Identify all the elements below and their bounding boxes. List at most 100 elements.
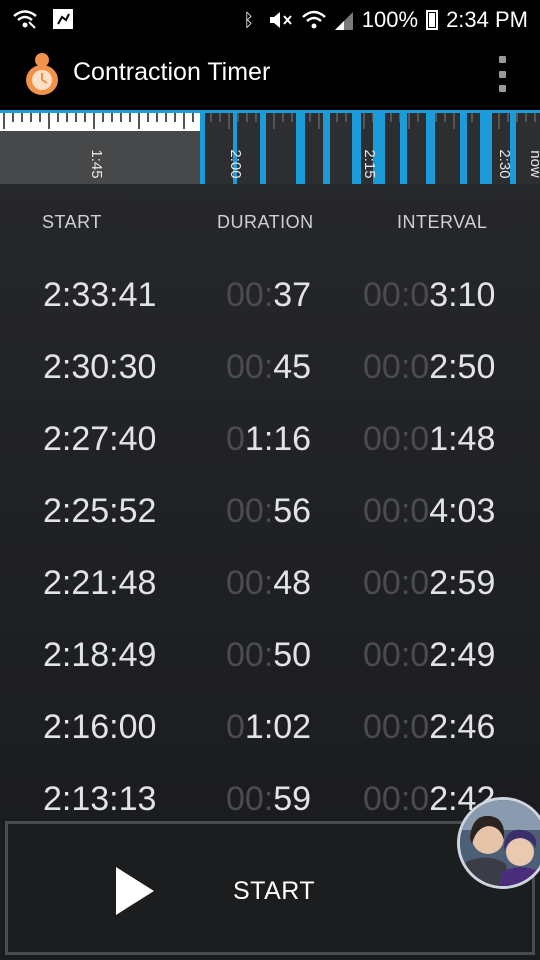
start-time: 2:13:13 xyxy=(43,780,157,818)
duration-value: 00:59 xyxy=(226,780,312,818)
timeline-tick xyxy=(129,113,131,122)
timeline-tick xyxy=(228,113,230,129)
table-row[interactable]: 2:27:40 01:16 00:01:48 xyxy=(0,420,540,492)
timeline-tick xyxy=(390,113,392,122)
start-button[interactable]: START xyxy=(5,821,535,955)
timeline-tick xyxy=(102,113,104,122)
table-row[interactable]: 2:16:00 01:02 00:02:46 xyxy=(0,708,540,780)
table-row[interactable]: 2:30:30 00:45 00:02:50 xyxy=(0,348,540,420)
timeline-tick xyxy=(273,113,275,129)
timeline-tick xyxy=(453,113,455,129)
timeline-tick xyxy=(192,113,194,122)
timeline-tick xyxy=(156,113,158,122)
duration-value: 00:50 xyxy=(226,636,312,674)
timeline-tick xyxy=(210,113,212,122)
interval-value: 00:03:10 xyxy=(363,276,496,314)
battery-percent: 100% xyxy=(361,7,419,32)
timeline-tick xyxy=(219,113,221,122)
timeline-tick xyxy=(435,113,437,122)
timeline-tick xyxy=(444,113,446,122)
timeline-label: 2:30 xyxy=(496,149,513,178)
timeline-tick xyxy=(30,113,32,122)
table-row[interactable]: 2:21:48 00:48 00:02:59 xyxy=(0,564,540,636)
timeline-label: 2:00 xyxy=(227,149,244,178)
contraction-timeline[interactable]: 1:45 2:00 2:15 2:30 now xyxy=(0,110,540,184)
fitness-app-icon xyxy=(53,9,73,29)
timeline-label: now xyxy=(527,150,540,178)
contraction-bar xyxy=(460,113,467,184)
timeline-tick xyxy=(12,113,14,122)
duration-value: 00:37 xyxy=(226,276,312,314)
start-button-label: START xyxy=(233,877,316,905)
table-row[interactable]: 2:25:52 00:56 00:04:03 xyxy=(0,492,540,564)
table-row[interactable]: 2:33:41 00:37 00:03:10 xyxy=(0,276,540,348)
signal-icon xyxy=(334,12,353,30)
timeline-tick xyxy=(120,113,122,122)
timeline-tick xyxy=(507,113,509,122)
timeline-tick xyxy=(345,113,347,122)
app-bar: Contraction Timer xyxy=(0,38,540,110)
table-row[interactable]: 2:18:49 00:50 00:02:49 xyxy=(0,636,540,708)
timeline-tick xyxy=(363,113,365,129)
play-icon xyxy=(116,867,154,915)
timeline-tick xyxy=(255,113,257,122)
overflow-dot xyxy=(498,56,506,63)
timeline-label: 2:15 xyxy=(361,149,378,178)
timeline-tick xyxy=(291,113,293,122)
overflow-dot xyxy=(498,70,506,78)
overflow-menu-button[interactable] xyxy=(492,56,512,92)
start-time: 2:33:41 xyxy=(43,276,157,314)
contraction-bar xyxy=(296,113,305,184)
timeline-tick xyxy=(147,113,149,122)
contraction-bar xyxy=(480,113,492,184)
wifi-icon xyxy=(301,10,326,29)
column-header-duration: DURATION xyxy=(217,212,314,232)
timeline-tick xyxy=(84,113,86,122)
timeline-tick xyxy=(525,113,527,122)
start-time: 2:27:40 xyxy=(43,420,157,458)
timeline-tick xyxy=(309,113,311,122)
contraction-bar xyxy=(323,113,330,184)
bluetooth-icon: ᛒ xyxy=(243,10,255,30)
timeline-tick xyxy=(138,113,140,129)
timeline-tick xyxy=(165,113,167,122)
timeline-label: 1:45 xyxy=(88,149,105,178)
timeline-graphic: 1:45 2:00 2:15 2:30 now xyxy=(0,110,540,184)
timeline-tick xyxy=(174,113,176,122)
timeline-tick xyxy=(75,113,77,122)
wifi-calling-icon xyxy=(13,10,37,29)
interval-value: 00:04:03 xyxy=(363,492,496,530)
timeline-tick xyxy=(48,113,50,129)
timeline-tick xyxy=(111,113,113,122)
duration-value: 01:16 xyxy=(226,420,312,458)
status-bar: ᛒ 100% 2:34 PM xyxy=(0,0,540,38)
interval-value: 00:02:50 xyxy=(363,348,496,386)
timeline-tick xyxy=(39,113,41,122)
contraction-bar xyxy=(400,113,407,184)
chat-head-avatar[interactable] xyxy=(457,797,540,889)
interval-value: 00:02:59 xyxy=(363,564,496,602)
app-title: Contraction Timer xyxy=(73,58,271,86)
overflow-dot xyxy=(498,85,506,92)
avatar-photo xyxy=(460,800,540,886)
timeline-tick xyxy=(93,113,95,129)
start-time: 2:21:48 xyxy=(43,564,157,602)
timeline-tick xyxy=(21,113,23,122)
app-logo-icon xyxy=(26,53,58,95)
timeline-tick xyxy=(3,113,5,129)
mute-icon xyxy=(269,12,292,28)
timeline-tick xyxy=(534,113,536,122)
duration-value: 01:02 xyxy=(226,708,312,746)
column-header-interval: INTERVAL xyxy=(397,212,488,232)
start-time: 2:30:30 xyxy=(43,348,157,386)
contraction-bar xyxy=(200,113,205,184)
timeline-tick xyxy=(237,113,239,122)
interval-value: 00:02:46 xyxy=(363,708,496,746)
timeline-tick xyxy=(336,113,338,122)
duration-value: 00:56 xyxy=(226,492,312,530)
timeline-tick xyxy=(417,113,419,122)
timeline-tick xyxy=(246,113,248,122)
duration-value: 00:45 xyxy=(226,348,312,386)
timeline-tick xyxy=(498,113,500,129)
column-header-start: START xyxy=(42,212,102,232)
